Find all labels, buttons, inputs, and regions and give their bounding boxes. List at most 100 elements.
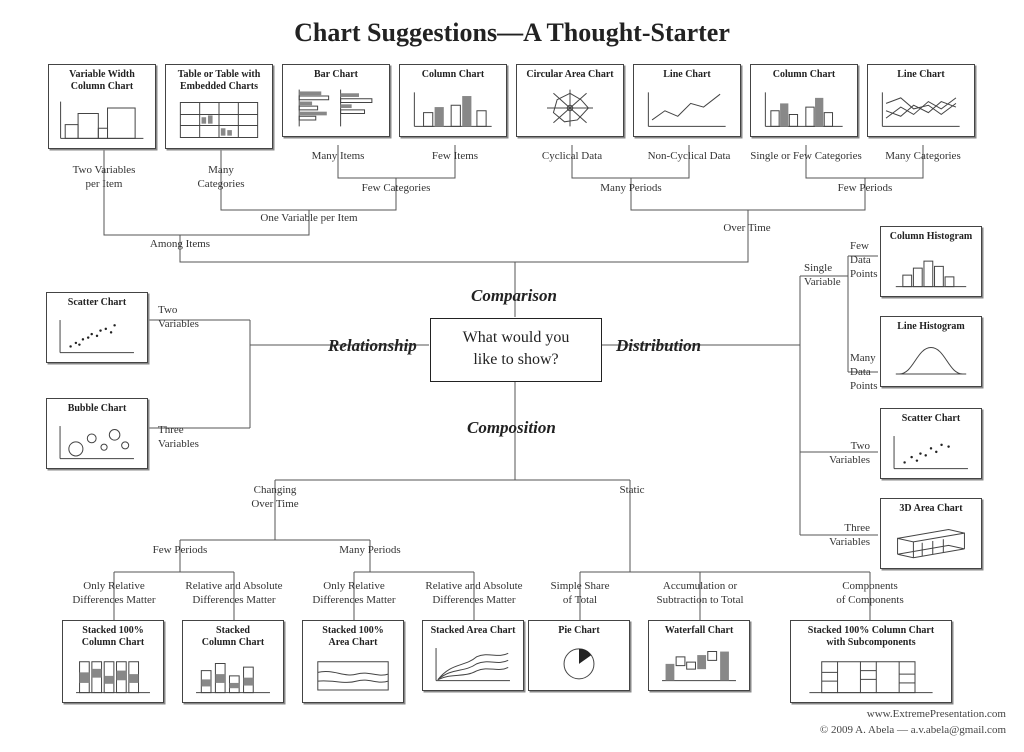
table-icon bbox=[166, 95, 272, 148]
chart-title: 3D Area Chart bbox=[881, 499, 981, 517]
label-over-time: Over Time bbox=[716, 222, 778, 236]
bell-curve-icon bbox=[881, 335, 981, 386]
label-two-variables-2: TwoVariables bbox=[820, 440, 870, 468]
radar-icon bbox=[517, 83, 623, 136]
label-simple-share: Simple Shareof Total bbox=[544, 580, 616, 608]
stacked-column-icon bbox=[183, 651, 283, 702]
label-static: Static bbox=[614, 484, 650, 498]
label-components: Componentsof Components bbox=[820, 580, 920, 608]
label-one-var-per-item: One Variable per Item bbox=[248, 212, 370, 226]
chart-scatter-2: Scatter Chart bbox=[880, 408, 982, 479]
bar-chart-icon bbox=[283, 83, 389, 136]
histogram-icon bbox=[881, 245, 981, 296]
label-few-periods: Few Periods bbox=[832, 182, 898, 196]
label-many-categories: ManyCategories bbox=[192, 164, 250, 192]
chart-title: Waterfall Chart bbox=[649, 621, 749, 639]
chart-column-2: Column Chart bbox=[750, 64, 858, 137]
category-relationship: Relationship bbox=[328, 336, 417, 356]
label-few-data-points: FewDataPoints bbox=[850, 240, 878, 281]
chart-title: Stacked 100% Column Chartwith Subcompone… bbox=[791, 621, 951, 651]
chart-title: Pie Chart bbox=[529, 621, 629, 639]
line-chart-icon bbox=[634, 83, 740, 136]
label-three-variables: ThreeVariables bbox=[158, 424, 208, 452]
label-only-rel-diff: Only RelativeDifferences Matter bbox=[62, 580, 166, 608]
label-among-items: Among Items bbox=[144, 238, 216, 252]
stacked-sub-column-icon bbox=[791, 651, 951, 702]
stacked-area-icon bbox=[423, 639, 523, 690]
scatter-chart-icon bbox=[881, 427, 981, 478]
chart-column: Column Chart bbox=[399, 64, 507, 137]
label-few-items: Few Items bbox=[428, 150, 482, 164]
chart-title: Scatter Chart bbox=[881, 409, 981, 427]
chart-stacked-column: StackedColumn Chart bbox=[182, 620, 284, 703]
label-rel-abs-diff-2: Relative and AbsoluteDifferences Matter bbox=[418, 580, 530, 608]
label-many-data-points: ManyDataPoints bbox=[850, 352, 878, 393]
column-chart-icon bbox=[751, 83, 857, 136]
chart-title: Variable WidthColumn Chart bbox=[49, 65, 155, 95]
chart-stacked-100-column: Stacked 100%Column Chart bbox=[62, 620, 164, 703]
label-accum-sub: Accumulation orSubtraction to Total bbox=[648, 580, 752, 608]
chart-title: Stacked 100%Area Chart bbox=[303, 621, 403, 651]
label-few-categories: Few Categories bbox=[356, 182, 436, 196]
chart-bar: Bar Chart bbox=[282, 64, 390, 137]
category-distribution: Distribution bbox=[616, 336, 701, 356]
label-few-periods-bottom: Few Periods bbox=[148, 544, 212, 558]
chart-line-2: Line Chart bbox=[867, 64, 975, 137]
chart-title: StackedColumn Chart bbox=[183, 621, 283, 651]
chart-title: Stacked 100%Column Chart bbox=[63, 621, 163, 651]
stacked-100-area-icon bbox=[303, 651, 403, 702]
chart-title: Scatter Chart bbox=[47, 293, 147, 311]
chart-title: Column Histogram bbox=[881, 227, 981, 245]
stacked-100-column-icon bbox=[63, 651, 163, 702]
chart-title: Bar Chart bbox=[283, 65, 389, 83]
label-two-vars-per-item: Two Variablesper Item bbox=[72, 164, 136, 192]
credit-block: www.ExtremePresentation.com © 2009 A. Ab… bbox=[820, 707, 1006, 738]
chart-title: Column Chart bbox=[751, 65, 857, 83]
label-non-cyclical: Non-Cyclical Data bbox=[640, 150, 738, 164]
label-many-categories-2: Many Categories bbox=[878, 150, 968, 164]
chart-embedded-table: Table or Table withEmbedded Charts bbox=[165, 64, 273, 149]
label-single-few-cat: Single or Few Categories bbox=[746, 150, 866, 164]
waterfall-chart-icon bbox=[649, 639, 749, 690]
chart-stacked-100-subcomponents: Stacked 100% Column Chartwith Subcompone… bbox=[790, 620, 952, 703]
label-many-periods-bottom: Many Periods bbox=[332, 544, 408, 558]
label-many-items: Many Items bbox=[308, 150, 368, 164]
column-chart-icon bbox=[400, 83, 506, 136]
chart-title: Line Chart bbox=[634, 65, 740, 83]
chart-line-histogram: Line Histogram bbox=[880, 316, 982, 387]
chart-title: Line Chart bbox=[868, 65, 974, 83]
label-cyclical: Cyclical Data bbox=[538, 150, 606, 164]
chart-stacked-100-area: Stacked 100%Area Chart bbox=[302, 620, 404, 703]
label-two-variables: TwoVariables bbox=[158, 304, 208, 332]
chart-title: Column Chart bbox=[400, 65, 506, 83]
category-composition: Composition bbox=[467, 418, 556, 438]
label-single-variable: SingleVariable bbox=[804, 262, 846, 290]
chart-column-histogram: Column Histogram bbox=[880, 226, 982, 297]
center-question: What would youlike to show? bbox=[430, 318, 602, 382]
chart-scatter: Scatter Chart bbox=[46, 292, 148, 363]
chart-variable-width-column: Variable WidthColumn Chart bbox=[48, 64, 156, 149]
chart-stacked-area: Stacked Area Chart bbox=[422, 620, 524, 691]
diagram-page: Chart Suggestions—A Thought-Starter bbox=[0, 0, 1024, 752]
chart-waterfall: Waterfall Chart bbox=[648, 620, 750, 691]
bubble-chart-icon bbox=[47, 417, 147, 468]
variable-width-column-icon bbox=[49, 95, 155, 148]
multiline-chart-icon bbox=[868, 83, 974, 136]
chart-bubble: Bubble Chart bbox=[46, 398, 148, 469]
chart-title: Table or Table withEmbedded Charts bbox=[166, 65, 272, 95]
credit-copy: © 2009 A. Abela — a.v.abela@gmail.com bbox=[820, 724, 1006, 736]
area-3d-icon bbox=[881, 517, 981, 568]
chart-line-1: Line Chart bbox=[633, 64, 741, 137]
chart-circular-area: Circular Area Chart bbox=[516, 64, 624, 137]
scatter-chart-icon bbox=[47, 311, 147, 362]
chart-title: Line Histogram bbox=[881, 317, 981, 335]
label-changing-over-time: ChangingOver Time bbox=[242, 484, 308, 512]
chart-title: Circular Area Chart bbox=[517, 65, 623, 83]
category-comparison: Comparison bbox=[471, 286, 557, 306]
label-rel-abs-diff: Relative and AbsoluteDifferences Matter bbox=[178, 580, 290, 608]
chart-3d-area: 3D Area Chart bbox=[880, 498, 982, 569]
chart-title: Bubble Chart bbox=[47, 399, 147, 417]
label-only-rel-diff-2: Only RelativeDifferences Matter bbox=[302, 580, 406, 608]
credit-site: www.ExtremePresentation.com bbox=[867, 708, 1006, 720]
pie-chart-icon bbox=[529, 639, 629, 690]
